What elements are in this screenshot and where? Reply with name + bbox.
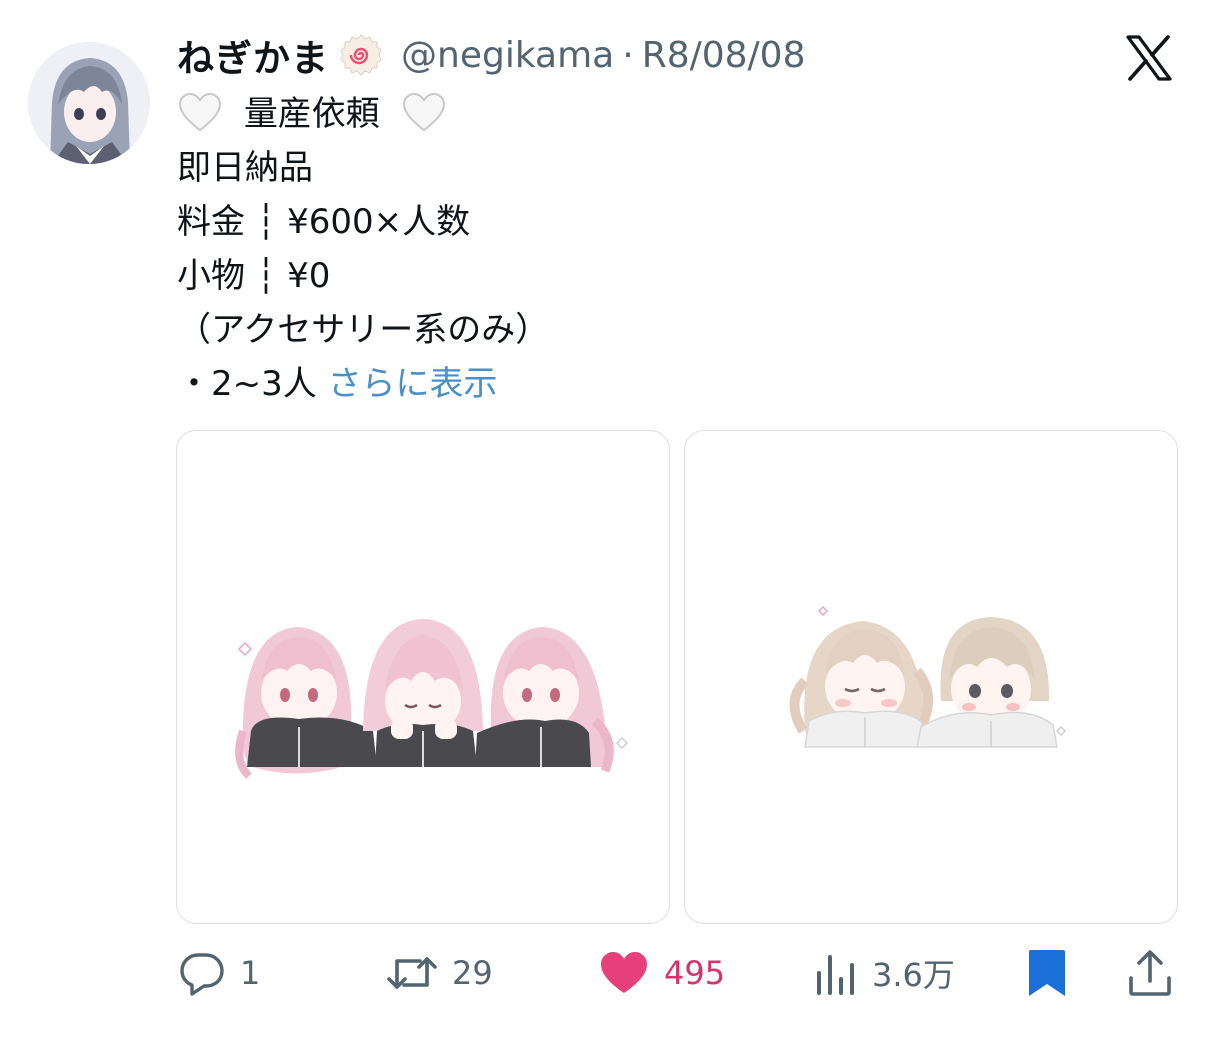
three-chibi-girls-image-icon — [235, 619, 629, 779]
like-button[interactable]: 495 — [598, 940, 725, 1006]
show-more-link[interactable]: さらに表示 — [328, 364, 498, 404]
text-line-1: 量産依頼 — [177, 87, 1137, 141]
retweet-icon — [387, 957, 437, 989]
display-name[interactable]: ねぎかま — [177, 28, 329, 82]
text-line-4: 小物 ┆ ¥0 — [177, 256, 331, 296]
views-chart-icon — [817, 955, 854, 995]
post-date[interactable]: R8/08/08 — [642, 35, 806, 76]
text-line-5: （アクセサリー系のみ） — [177, 310, 550, 350]
white-heart-emoji-icon — [402, 92, 445, 131]
media-image-2[interactable] — [684, 430, 1178, 924]
text-line-3: 料金 ┆ ¥600×人数 — [177, 202, 471, 242]
bookmark-filled-icon — [1029, 950, 1065, 996]
tweet-header: ねぎかま @negikama · R8/08/08 — [177, 30, 805, 80]
retweet-button[interactable]: 29 — [386, 940, 493, 1006]
text-line-6: ・2~3人 さらに表示 — [177, 357, 1137, 411]
two-chibi-characters-image-icon — [789, 605, 1067, 748]
heart-filled-icon — [601, 952, 647, 993]
action-bar: 1 29 495 3.6万 — [0, 940, 1206, 1006]
views-button[interactable]: 3.6万 — [814, 940, 955, 1006]
tweet-card: ねぎかま @negikama · R8/08/08 量産依頼 即日納品 料金 ┆… — [0, 0, 1206, 1039]
share-button[interactable] — [1126, 940, 1174, 1006]
user-handle[interactable]: @negikama — [401, 35, 614, 76]
white-heart-emoji-icon — [178, 92, 222, 131]
naruto-fishcake-emoji-icon — [340, 34, 382, 76]
reply-icon — [180, 953, 224, 996]
avatar[interactable] — [28, 42, 150, 164]
like-count: 495 — [664, 954, 726, 992]
reply-count: 1 — [240, 954, 261, 992]
separator-dot: · — [622, 34, 634, 76]
text-line-2: 即日納品 — [177, 148, 313, 188]
text-line-6-prefix: ・2~3人 — [177, 364, 328, 404]
tweet-text: 量産依頼 即日納品 料金 ┆ ¥600×人数 小物 ┆ ¥0 （アクセサリー系の… — [177, 87, 1137, 411]
x-logo-icon[interactable] — [1124, 33, 1174, 83]
views-count: 3.6万 — [872, 956, 955, 994]
request-title: 量産依頼 — [243, 94, 380, 134]
share-upload-icon — [1129, 950, 1171, 996]
reply-button[interactable]: 1 — [178, 940, 260, 1006]
bookmark-button[interactable] — [1026, 940, 1068, 1006]
retweet-count: 29 — [452, 954, 493, 992]
media-image-1[interactable] — [176, 430, 670, 924]
